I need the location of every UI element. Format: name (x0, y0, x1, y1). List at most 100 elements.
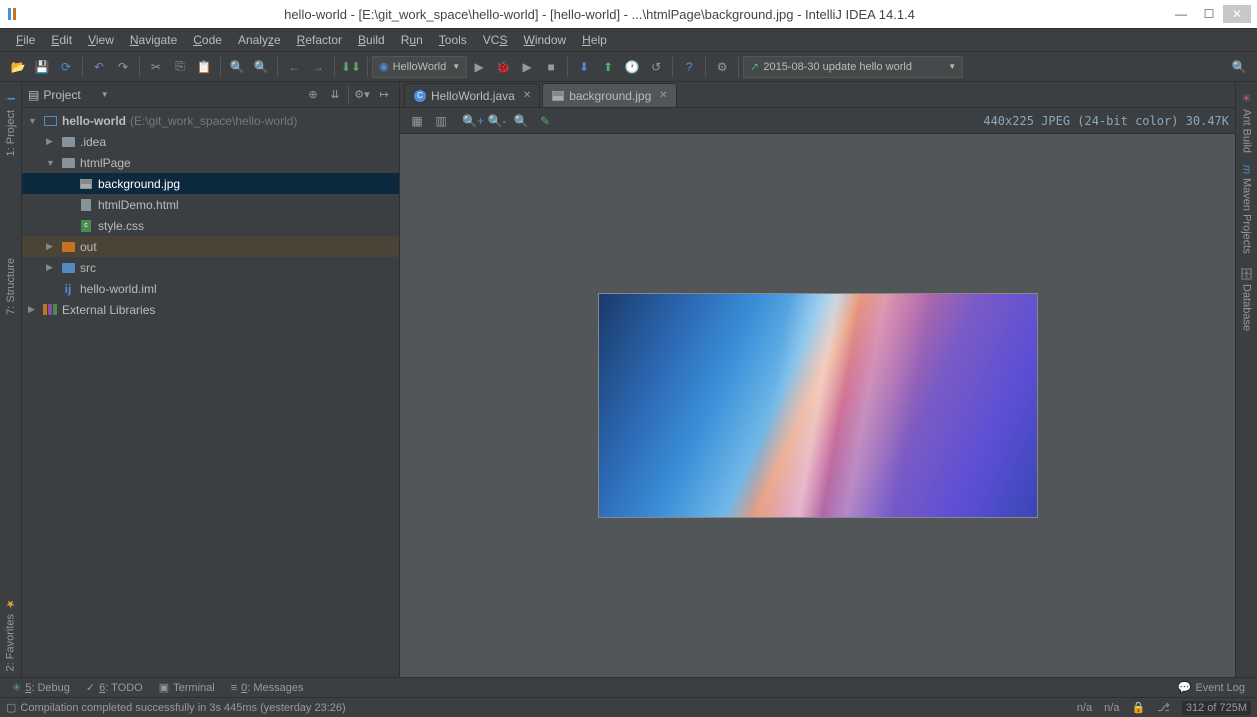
color-picker-icon[interactable]: ✎ (534, 110, 556, 132)
menu-tools[interactable]: Tools (431, 31, 475, 49)
debug-icon[interactable]: 🐞 (492, 56, 514, 78)
zoom-actual-icon[interactable]: 🔍 (510, 110, 532, 132)
toggle-transparency-icon[interactable]: ▦ (406, 110, 428, 132)
menu-code[interactable]: Code (185, 31, 230, 49)
sync-icon[interactable]: ⟳ (55, 56, 77, 78)
expand-arrow-icon[interactable]: ▶ (46, 136, 60, 147)
status-memory[interactable]: 312 of 725M (1182, 701, 1251, 715)
tab-background-jpg[interactable]: background.jpg ✕ (542, 83, 676, 107)
structure-icon[interactable]: ⚙ (711, 56, 733, 78)
menu-view[interactable]: View (80, 31, 122, 49)
tool-ant-button[interactable]: ✳ Ant Build (1238, 86, 1255, 159)
tree-item-htmldemo[interactable]: htmlDemo.html (22, 194, 399, 215)
expand-arrow-icon[interactable]: ▼ (46, 158, 60, 168)
zoom-out-icon[interactable]: 🔍- (486, 110, 508, 132)
collapse-all-icon[interactable]: ⇊ (326, 86, 344, 104)
tree-item-htmlpage[interactable]: ▼ htmlPage (22, 152, 399, 173)
paste-icon[interactable]: 📋 (193, 56, 215, 78)
menu-analyze[interactable]: Analyze (230, 31, 289, 49)
tool-structure-button[interactable]: 7: Structure (3, 252, 19, 321)
tree-item-background-jpg[interactable]: background.jpg (22, 173, 399, 194)
redo-icon[interactable]: ↷ (112, 56, 134, 78)
tree-item-src[interactable]: ▶ src (22, 257, 399, 278)
back-icon[interactable]: ← (283, 56, 305, 78)
menu-refactor[interactable]: Refactor (289, 31, 350, 49)
debug-strip-icon: ✳ (12, 681, 21, 694)
find-icon[interactable]: 🔍 (226, 56, 248, 78)
tool-maven-button[interactable]: m Maven Projects (1239, 159, 1255, 260)
window-minimize-button[interactable]: — (1167, 5, 1195, 23)
help-icon[interactable]: ? (678, 56, 700, 78)
run-icon[interactable]: ▶ (468, 56, 490, 78)
tool-messages-button[interactable]: ≡0: Messages (223, 682, 312, 694)
save-icon[interactable]: 💾 (31, 56, 53, 78)
menu-navigate[interactable]: Navigate (122, 31, 185, 49)
tool-debug-button[interactable]: ✳5: Debug (4, 681, 78, 694)
menu-file[interactable]: File (8, 31, 43, 49)
tool-favorites-button[interactable]: 2: Favorites ★ (2, 591, 19, 677)
zoom-in-icon[interactable]: 🔍+ (462, 110, 484, 132)
project-tree[interactable]: ▼ hello-world (E:\git_work_space\hello-w… (22, 108, 399, 677)
intellij-logo-icon (6, 5, 24, 23)
vcs-update-icon[interactable]: ⬇ (573, 56, 595, 78)
project-view-dropdown[interactable]: ▼ (101, 90, 109, 99)
scroll-from-source-icon[interactable]: ⊕ (304, 86, 322, 104)
search-everywhere-icon[interactable]: 🔍 (1228, 56, 1250, 78)
menu-edit[interactable]: Edit (43, 31, 80, 49)
vcs-history-icon[interactable]: 🕐 (621, 56, 643, 78)
tree-item-stylecss[interactable]: c style.css (22, 215, 399, 236)
menu-window[interactable]: Window (515, 31, 574, 49)
menu-run[interactable]: Run (393, 31, 431, 49)
expand-arrow-icon[interactable]: ▼ (28, 116, 42, 126)
undo-icon[interactable]: ↶ (88, 56, 110, 78)
menu-help[interactable]: Help (574, 31, 615, 49)
copy-icon[interactable]: ⎘ (169, 56, 191, 78)
hide-panel-icon[interactable]: ↦ (375, 86, 393, 104)
status-toggle-icon[interactable]: ▢ (6, 701, 16, 714)
tree-root[interactable]: ▼ hello-world (E:\git_work_space\hello-w… (22, 110, 399, 131)
vcs-revert-icon[interactable]: ↺ (645, 56, 667, 78)
tab-helloworld-java[interactable]: C HelloWorld.java ✕ (404, 83, 540, 107)
window-title: hello-world - [E:\git_work_space\hello-w… (32, 7, 1167, 22)
tool-todo-button[interactable]: ✓6: TODO (78, 681, 151, 694)
libraries-icon (42, 302, 58, 318)
expand-arrow-icon[interactable]: ▶ (28, 304, 42, 315)
tool-database-button[interactable]: 🗄 Database (1238, 260, 1255, 337)
java-class-icon: C (413, 89, 427, 103)
tree-item-out[interactable]: ▶ out (22, 236, 399, 257)
forward-icon[interactable]: → (307, 56, 329, 78)
status-encoding: n/a (1104, 702, 1119, 714)
coverage-icon[interactable]: ▶ (516, 56, 538, 78)
separator (348, 86, 349, 104)
tool-project-button[interactable]: 1: Project וֹ (2, 86, 20, 162)
replace-icon[interactable]: 🔍 (250, 56, 272, 78)
expand-arrow-icon[interactable]: ▶ (46, 262, 60, 273)
tool-terminal-button[interactable]: ▣Terminal (151, 681, 223, 694)
tab-close-icon[interactable]: ✕ (659, 90, 667, 101)
expand-arrow-icon[interactable]: ▶ (46, 241, 60, 252)
window-maximize-button[interactable]: ☐ (1195, 5, 1223, 23)
vcs-commit-icon[interactable]: ⬆ (597, 56, 619, 78)
panel-settings-icon[interactable]: ⚙▾ (353, 86, 371, 104)
tree-item-idea[interactable]: ▶ .idea (22, 131, 399, 152)
run-config-dropdown[interactable]: ◉ HelloWorld ▼ (372, 56, 467, 78)
image-viewport[interactable] (400, 134, 1235, 677)
run-config-label: HelloWorld (393, 61, 447, 73)
tree-external-libraries[interactable]: ▶ External Libraries (22, 299, 399, 320)
stop-icon[interactable]: ■ (540, 56, 562, 78)
menu-vcs[interactable]: VCS (475, 31, 516, 49)
editor-area: C HelloWorld.java ✕ background.jpg ✕ ▦ ▥… (400, 82, 1235, 677)
make-project-icon[interactable]: ⬇⬇ (340, 56, 362, 78)
vcs-changes-dropdown[interactable]: ➚ 2015-08-30 update hello world ▼ (743, 56, 963, 78)
status-lock-icon[interactable]: 🔒 (1131, 701, 1145, 714)
open-file-icon[interactable]: 📂 (7, 56, 29, 78)
toggle-grid-icon[interactable]: ▥ (430, 110, 452, 132)
tool-eventlog-button[interactable]: 💬Event Log (1170, 681, 1253, 694)
window-close-button[interactable]: ✕ (1223, 5, 1251, 23)
status-git-icon[interactable]: ⎇ (1157, 701, 1170, 714)
cut-icon[interactable]: ✂ (145, 56, 167, 78)
tree-item-iml[interactable]: ĳ hello-world.iml (22, 278, 399, 299)
tab-close-icon[interactable]: ✕ (523, 90, 531, 101)
database-icon: 🗄 (1240, 266, 1253, 280)
menu-build[interactable]: Build (350, 31, 393, 49)
